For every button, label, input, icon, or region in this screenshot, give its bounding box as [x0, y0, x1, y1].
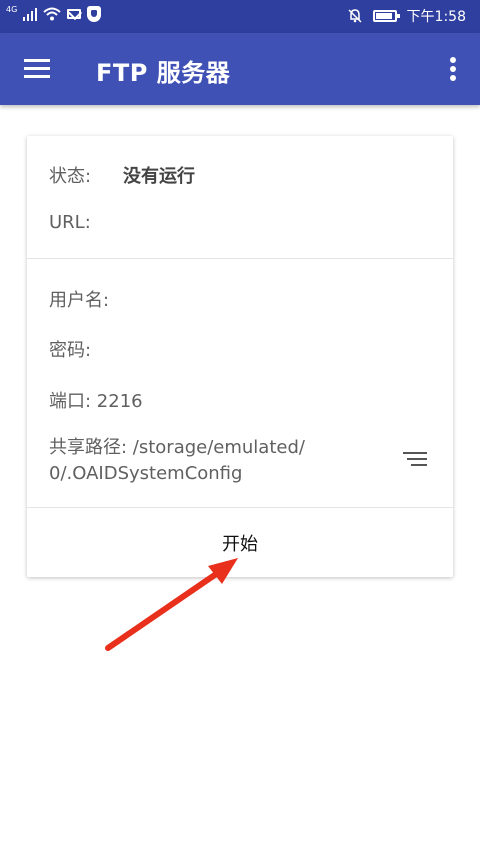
sort-icon[interactable] — [403, 452, 427, 466]
status-time: 下午1:58 — [406, 9, 466, 25]
start-button-label: 开始 — [222, 533, 258, 555]
share-path-line1: 共享路径: /storage/emulated/ — [49, 437, 305, 458]
more-vert-icon[interactable] — [450, 57, 456, 81]
divider — [27, 258, 453, 259]
battery-icon — [372, 10, 400, 22]
ftp-server-card: 状态: 没有运行 URL: 用户名: 密码: 端口: 2216 共享路径: /s… — [27, 136, 453, 577]
signal-icon — [23, 7, 38, 21]
port-label: 端口: 2216 — [49, 391, 143, 412]
mute-bell-icon — [348, 9, 362, 23]
url-label: URL: — [49, 212, 91, 233]
mail-icon — [67, 9, 82, 19]
status-bar: 4G 下午1:58 — [0, 0, 480, 33]
page-title: FTP 服务器 — [96, 59, 231, 87]
start-button[interactable]: 开始 — [27, 508, 453, 577]
status-bar-right: 下午1:58 — [347, 6, 466, 26]
shield-icon — [87, 6, 102, 22]
status-bar-left: 4G — [6, 5, 102, 22]
menu-icon[interactable] — [24, 59, 50, 79]
username-label: 用户名: — [49, 290, 110, 311]
wifi-icon — [43, 7, 61, 21]
app-bar: FTP 服务器 — [0, 33, 480, 105]
share-path-line2: 0/.OAIDSystemConfig — [49, 463, 243, 484]
share-path: 共享路径: /storage/emulated/ 0/.OAIDSystemCo… — [49, 435, 369, 487]
status-label: 状态: — [49, 166, 92, 187]
network-type: 4G — [6, 5, 18, 14]
status-value: 没有运行 — [123, 166, 195, 187]
password-label: 密码: — [49, 340, 92, 361]
